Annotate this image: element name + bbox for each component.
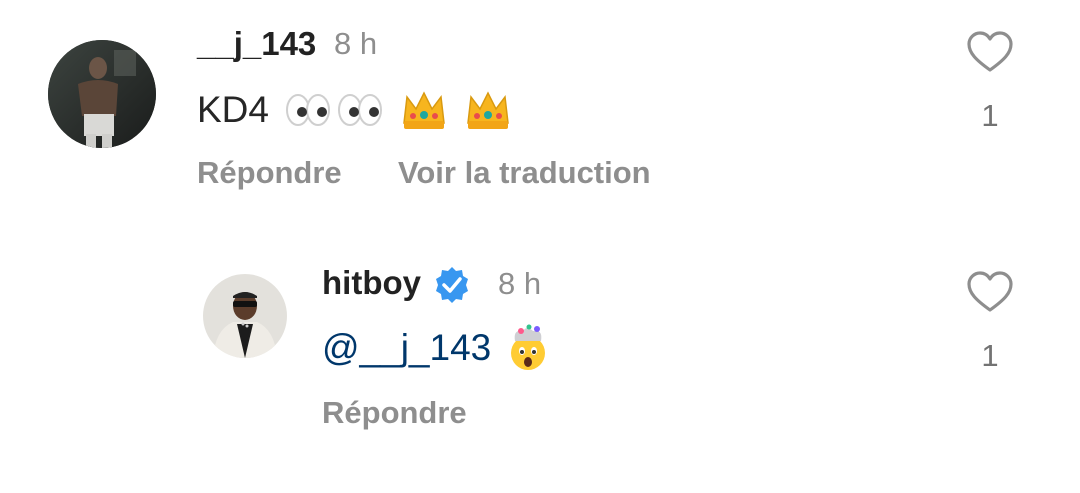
comment-text: KD4 [197, 82, 513, 138]
comment-item: __j_143 8 h KD4 Répondre Voir la traduct… [0, 0, 1080, 220]
avatar[interactable] [203, 274, 287, 358]
heart-icon[interactable] [966, 30, 1014, 74]
reply-button[interactable]: Répondre [322, 395, 467, 431]
comment-text: @__j_143 [322, 320, 553, 376]
reply-button[interactable]: Répondre [197, 155, 342, 191]
mention-link[interactable]: @__j_143 [322, 327, 491, 369]
comment-timestamp: 8 h [498, 266, 542, 301]
reply-comment-item: hitboy 8 h @__j_143 Répondre 1 [0, 240, 1080, 493]
translate-button[interactable]: Voir la traduction [398, 155, 651, 191]
crown-emoji [403, 91, 445, 129]
like-count: 1 [981, 338, 999, 373]
eyes-emoji [337, 94, 382, 126]
exploding-head-emoji [511, 324, 546, 370]
heart-icon[interactable] [966, 270, 1014, 314]
crown-emoji [467, 91, 509, 129]
like-count: 1 [981, 98, 999, 133]
verified-badge-icon [436, 267, 468, 303]
comment-timestamp: 8 h [334, 26, 378, 61]
comment-text-value: KD4 [197, 89, 269, 130]
avatar[interactable] [48, 40, 156, 148]
eyes-emoji [285, 94, 330, 126]
comment-username[interactable]: __j_143 [197, 25, 316, 63]
comment-username[interactable]: hitboy [322, 264, 421, 302]
